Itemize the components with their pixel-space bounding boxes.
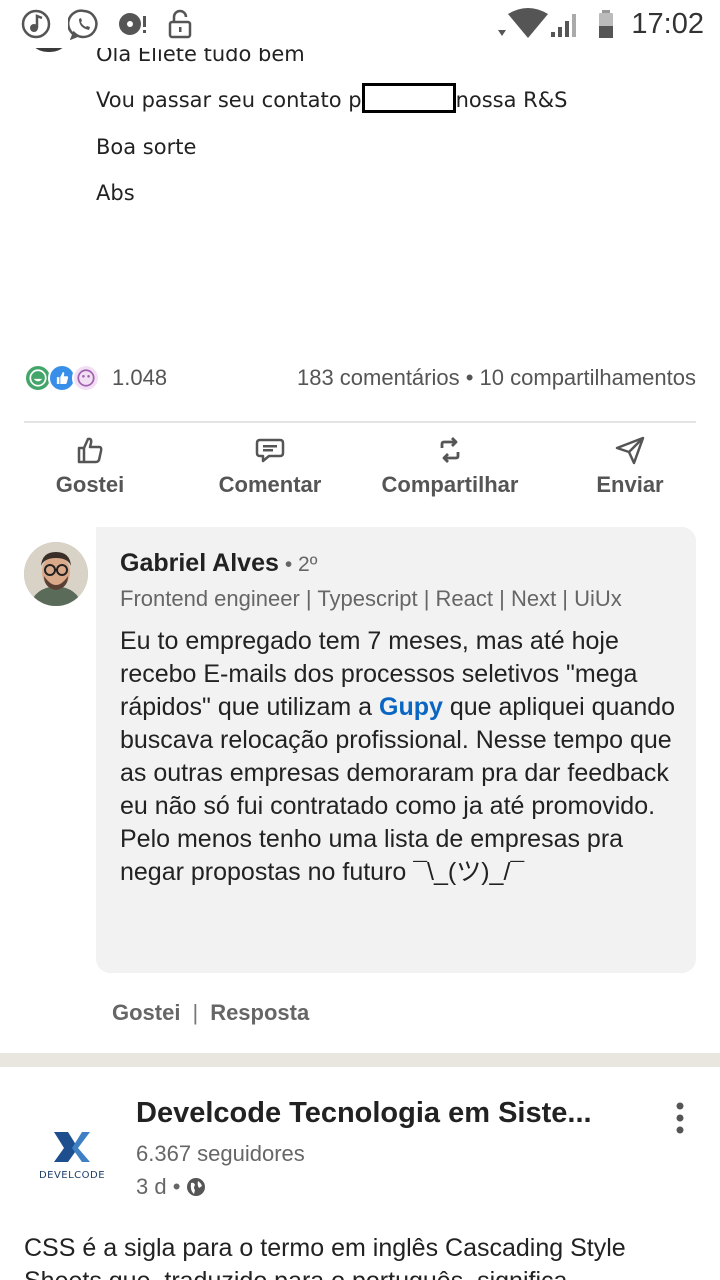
social-counts: 1.048 183 comentários • 10 compartilhame…: [24, 360, 696, 396]
comment-label: Comentar: [218, 472, 322, 497]
commenter-name[interactable]: Gabriel Alves • 2º: [120, 549, 317, 578]
commenter-avatar[interactable]: [24, 542, 88, 606]
more-options-icon[interactable]: [668, 1100, 692, 1136]
wifi-icon: [498, 8, 548, 38]
mention-link[interactable]: Gupy: [379, 693, 443, 721]
comment-icon: [255, 438, 285, 463]
thumbs-up-icon: [77, 437, 103, 464]
battery-icon: [599, 10, 613, 38]
share-label: Compartilhar: [381, 472, 519, 497]
disc-alert-icon: [119, 13, 146, 35]
globe-icon: [187, 1178, 206, 1196]
unlock-icon: [168, 9, 192, 39]
post-actions: Gostei Comentar Compartilhar Enviar: [0, 428, 720, 514]
like-button[interactable]: Gostei: [30, 428, 150, 514]
status-bar: 17:02: [0, 0, 720, 48]
post-line: Vou passar seu contato p nossa R&S: [96, 83, 567, 113]
comment-button[interactable]: Comentar: [200, 428, 340, 514]
post-age: 3 d •: [136, 1174, 181, 1199]
whatsapp-icon: [68, 9, 98, 40]
repost-icon: [440, 437, 460, 463]
post-line: Abs: [96, 181, 135, 205]
comments-shares-count[interactable]: 183 comentários • 10 compartilhamentos: [297, 365, 696, 391]
person-photo: [24, 542, 88, 606]
like-label: Gostei: [55, 472, 125, 497]
reactions-count[interactable]: 1.048: [112, 365, 167, 391]
divider: [24, 421, 696, 423]
clock: 17:02: [631, 8, 704, 40]
signal-icon: [551, 14, 576, 37]
curious-reaction-icon: [72, 364, 100, 392]
send-icon: [615, 436, 645, 465]
connection-degree: • 2º: [284, 553, 318, 576]
share-button[interactable]: Compartilhar: [375, 428, 525, 514]
comment-reply-button[interactable]: Resposta: [210, 1000, 309, 1025]
logo-text: DEVELCODE: [39, 1170, 105, 1181]
followers-count: 6.367 seguidores: [136, 1141, 305, 1166]
comment-like-button[interactable]: Gostei: [112, 1000, 180, 1025]
comment-bubble: Gabriel Alves • 2º Frontend engineer | Ty…: [96, 527, 696, 973]
commenter-headline: Frontend engineer | Typescript | React |…: [120, 586, 622, 611]
comment-text: Eu to empregado tem 7 meses, mas até hoj…: [120, 627, 676, 886]
post-text-preview: CSS é a sigla para o termo em inglês Cas…: [24, 1234, 626, 1280]
company-logo[interactable]: DEVELCODE: [26, 1118, 118, 1188]
company-name[interactable]: Develcode Tecnologia em Siste...: [136, 1097, 616, 1130]
send-button[interactable]: Enviar: [575, 428, 685, 514]
music-icon: [21, 9, 51, 39]
comment-actions: Gostei | Resposta: [112, 1000, 309, 1026]
send-label: Enviar: [596, 472, 664, 497]
post-line: Boa sorte: [96, 135, 197, 159]
separator: |: [192, 1000, 199, 1025]
redaction-box: [361, 83, 456, 113]
develcode-logo-icon: DEVELCODE: [39, 1132, 105, 1181]
post-meta: 3 d •: [136, 1174, 206, 1200]
feed-divider: [0, 1053, 720, 1067]
